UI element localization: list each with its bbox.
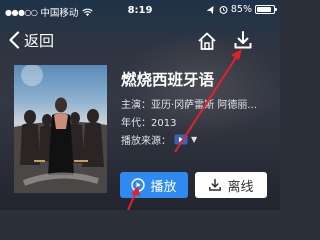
alarm-clock-icon bbox=[219, 5, 228, 14]
offline-download-button[interactable]: 离线 bbox=[195, 172, 267, 198]
back-label: 返回 bbox=[24, 31, 55, 50]
location-icon bbox=[206, 5, 214, 14]
play-source-selector[interactable]: 播放来源： ▼ bbox=[121, 132, 197, 147]
play-label: 播放 bbox=[150, 179, 177, 195]
play-button[interactable]: 播放 bbox=[120, 172, 188, 198]
download-button[interactable] bbox=[232, 29, 254, 51]
battery-fill bbox=[257, 7, 271, 12]
status-bar: ●●●○○ 中国移动 8:19 85% bbox=[0, 0, 280, 22]
home-icon bbox=[198, 32, 216, 50]
back-button[interactable]: 返回 bbox=[8, 28, 54, 52]
home-button[interactable] bbox=[196, 30, 218, 52]
battery-percent: 85% bbox=[230, 4, 252, 15]
download-icon bbox=[209, 178, 222, 191]
video-source-icon bbox=[174, 134, 188, 145]
chevron-left-icon bbox=[9, 31, 20, 49]
offline-label: 离线 bbox=[227, 179, 254, 195]
poster-artwork bbox=[14, 65, 107, 193]
download-icon bbox=[234, 31, 252, 49]
movie-poster[interactable] bbox=[14, 65, 107, 193]
year-info: 年代：2013 bbox=[121, 118, 177, 129]
play-source-label: 播放来源： bbox=[121, 136, 171, 147]
caret-down-icon: ▼ bbox=[191, 135, 198, 144]
movie-title: 燃烧西班牙语 bbox=[121, 71, 215, 89]
status-right: 85% bbox=[206, 4, 277, 15]
play-circle-icon bbox=[131, 178, 146, 192]
cast-info: 主演：亚历·冈萨雷斯 阿德丽... bbox=[121, 100, 257, 111]
battery-icon bbox=[255, 5, 277, 14]
